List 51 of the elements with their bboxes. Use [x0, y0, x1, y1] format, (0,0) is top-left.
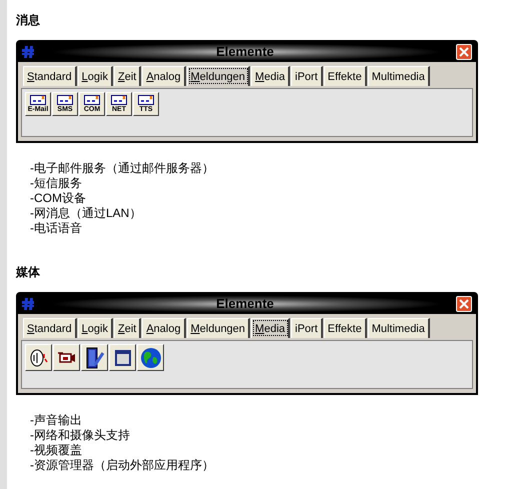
tab[interactable]: Multimedia — [368, 66, 430, 86]
tab[interactable]: Media — [251, 66, 290, 86]
tab[interactable]: Logik — [78, 318, 113, 338]
list-item: -COM设备 — [30, 191, 87, 206]
tab[interactable]: Zeit — [114, 66, 142, 86]
tab[interactable]: Effekte — [324, 66, 367, 86]
list-item: -电话语音 — [30, 221, 83, 236]
speaker-icon — [28, 348, 48, 368]
tab[interactable]: iPort — [291, 318, 323, 338]
tab[interactable]: Analog — [142, 318, 186, 338]
list-item: -网消息（通过LAN） — [30, 206, 142, 221]
section-heading: 媒体 — [16, 264, 41, 280]
film-pen-icon — [84, 346, 104, 368]
close-button[interactable] — [456, 44, 472, 60]
tool-button[interactable] — [137, 344, 164, 371]
close-button[interactable] — [456, 296, 472, 312]
app-icon — [22, 297, 34, 311]
globe-icon — [140, 346, 162, 368]
tool-button[interactable] — [53, 344, 80, 371]
tab[interactable]: Standard — [23, 318, 77, 338]
message-icon — [138, 94, 154, 104]
tab[interactable]: Meldungen — [186, 66, 250, 86]
list-item: -声音输出 — [30, 413, 83, 428]
tab[interactable]: iPort — [291, 66, 323, 86]
tab[interactable]: Standard — [23, 66, 77, 86]
section-heading: 消息 — [16, 12, 41, 28]
window-title: Elemente — [215, 295, 275, 314]
close-icon — [459, 299, 469, 309]
tab[interactable]: Zeit — [114, 318, 142, 338]
app-icon — [22, 45, 34, 59]
list-item: -网络和摄像头支持 — [30, 428, 131, 443]
close-icon — [459, 47, 469, 57]
message-icon — [111, 94, 127, 104]
tab[interactable]: Media — [251, 318, 290, 338]
window-title: Elemente — [215, 43, 275, 62]
list-item: -资源管理器（启动外部应用程序） — [30, 458, 215, 473]
message-icon — [84, 94, 100, 104]
tool-button[interactable] — [81, 344, 108, 371]
message-icon — [30, 94, 46, 104]
tab[interactable]: Multimedia — [368, 318, 430, 338]
tool-button[interactable] — [109, 344, 136, 371]
tool-button[interactable] — [25, 344, 52, 371]
message-icon — [57, 94, 73, 104]
window-icon — [114, 348, 132, 366]
list-item: -短信服务 — [30, 176, 83, 191]
tab[interactable]: Analog — [142, 66, 186, 86]
list-item: -视频覆盖 — [30, 443, 83, 458]
tab[interactable]: Meldungen — [186, 318, 250, 338]
list-item: -电子邮件服务（通过邮件服务器） — [30, 161, 215, 176]
tab[interactable]: Logik — [78, 66, 113, 86]
tab[interactable]: Effekte — [324, 318, 367, 338]
